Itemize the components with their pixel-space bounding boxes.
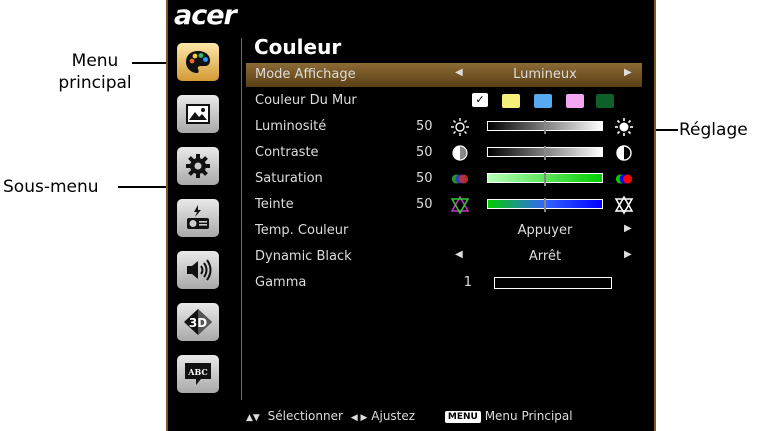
callout-menu-principal: Menu principal [50,50,140,94]
brightness-slider-thumb[interactable] [544,120,546,134]
sidebar-language[interactable]: ABC [177,355,219,393]
row-gamma[interactable]: Gamma 1 [246,271,642,295]
wall-color-green-swatch[interactable] [596,94,614,108]
callout-sous-menu: Sous-menu [3,177,99,197]
row-contraste[interactable]: Contraste 50 [246,141,642,165]
arrow-left-icon[interactable]: ◀ [455,67,463,78]
left-right-arrows-icon: ◀ ▶ [350,413,368,423]
row-temp-couleur-value: Appuyer [517,223,573,238]
svg-text:3D: 3D [189,316,207,330]
menu-title: Couleur [254,35,342,59]
menu-key-icon: MENU [444,410,481,423]
sun-high-icon [614,117,634,137]
wall-color-blue-swatch[interactable] [534,94,552,108]
rgb-low-icon [450,169,470,189]
row-mode-affichage[interactable]: Mode Affichage ◀ Lumineux ▶ [246,63,642,87]
callout-reglage: Réglage [679,120,748,140]
tint-high-icon [614,195,634,215]
row-dynamic-black-label: Dynamic Black [255,249,352,264]
row-saturation-label: Saturation [255,171,323,186]
brightness-slider[interactable] [487,120,603,134]
row-teinte-value: 50 [416,197,433,212]
wall-color-white-swatch[interactable]: ✓ [472,93,488,107]
tint-slider-thumb[interactable] [544,198,546,212]
sidebar-settings[interactable] [177,147,219,185]
osd-footer: ▲▼ Sélectionner ◀ ▶ Ajustez MENU Menu Pr… [246,409,656,423]
tint-low-icon [450,195,470,215]
sidebar-management[interactable] [177,199,219,237]
sidebar-audio[interactable] [177,251,219,289]
wall-color-yellow-swatch[interactable] [502,94,520,108]
row-dynamic-black[interactable]: Dynamic Black ◀ Arrêt ▶ [246,245,642,269]
sidebar-divider [241,38,242,400]
row-saturation[interactable]: Saturation 50 [246,167,642,191]
language-icon: ABC [185,363,211,385]
contrast-slider-thumb[interactable] [544,146,546,160]
row-temp-couleur-label: Temp. Couleur [255,223,349,238]
language-icon-text: ABC [187,367,207,377]
acer-logo: acer [174,0,237,31]
callout-menu-principal-line1: Menu [71,51,119,71]
contrast-high-icon [614,143,634,163]
row-luminosite-label: Luminosité [255,119,327,134]
arrow-right-icon[interactable]: ▶ [624,223,632,234]
saturation-slider[interactable] [487,172,603,186]
arrow-left-icon[interactable]: ◀ [455,249,463,260]
contrast-low-icon [450,143,470,163]
gear-icon [186,154,210,178]
row-couleur-du-mur[interactable]: Couleur Du Mur ✓ [246,89,642,113]
tint-slider[interactable] [487,198,603,212]
image-icon [186,104,210,124]
contrast-slider[interactable] [487,146,603,160]
row-teinte-label: Teinte [255,197,294,212]
arrow-right-icon[interactable]: ▶ [624,67,632,78]
sidebar-3d[interactable]: 3D [177,303,219,341]
row-saturation-value: 50 [416,171,433,186]
row-gamma-value: 1 [463,275,472,290]
gamma-value-box[interactable] [494,277,612,289]
footer-select-label: Sélectionner [267,409,343,423]
row-gamma-label: Gamma [255,275,307,290]
row-contraste-label: Contraste [255,145,319,160]
row-mode-affichage-value: Lumineux [513,67,577,82]
speaker-icon [187,259,212,281]
row-teinte[interactable]: Teinte 50 [246,193,642,217]
footer-adjust-label: Ajustez [371,409,416,423]
row-dynamic-black-value: Arrêt [528,249,562,264]
arrow-right-icon[interactable]: ▶ [624,249,632,260]
sun-low-icon [450,117,470,137]
palette-icon [186,51,210,73]
footer-menu-principal-label: Menu Principal [484,409,573,423]
row-couleur-du-mur-label: Couleur Du Mur [255,93,357,108]
sidebar-image[interactable] [177,95,219,133]
row-luminosite[interactable]: Luminosité 50 [246,115,642,139]
saturation-slider-thumb[interactable] [544,172,546,186]
3d-icon: 3D [184,309,212,335]
row-contraste-value: 50 [416,145,433,160]
row-mode-affichage-label: Mode Affichage [255,67,356,82]
sidebar-color[interactable] [177,43,219,81]
wall-color-pink-swatch[interactable] [566,94,584,108]
up-down-arrows-icon: ▲▼ [246,413,260,423]
projector-icon [187,205,209,229]
row-luminosite-value: 50 [416,119,433,134]
osd-panel: acer 3D ABC Couleur Mode Affichage ◀ Lum… [166,0,656,431]
row-temp-couleur[interactable]: Temp. Couleur Appuyer ▶ [246,219,642,243]
rgb-high-icon [614,169,634,189]
callout-menu-principal-line2: principal [58,73,132,93]
